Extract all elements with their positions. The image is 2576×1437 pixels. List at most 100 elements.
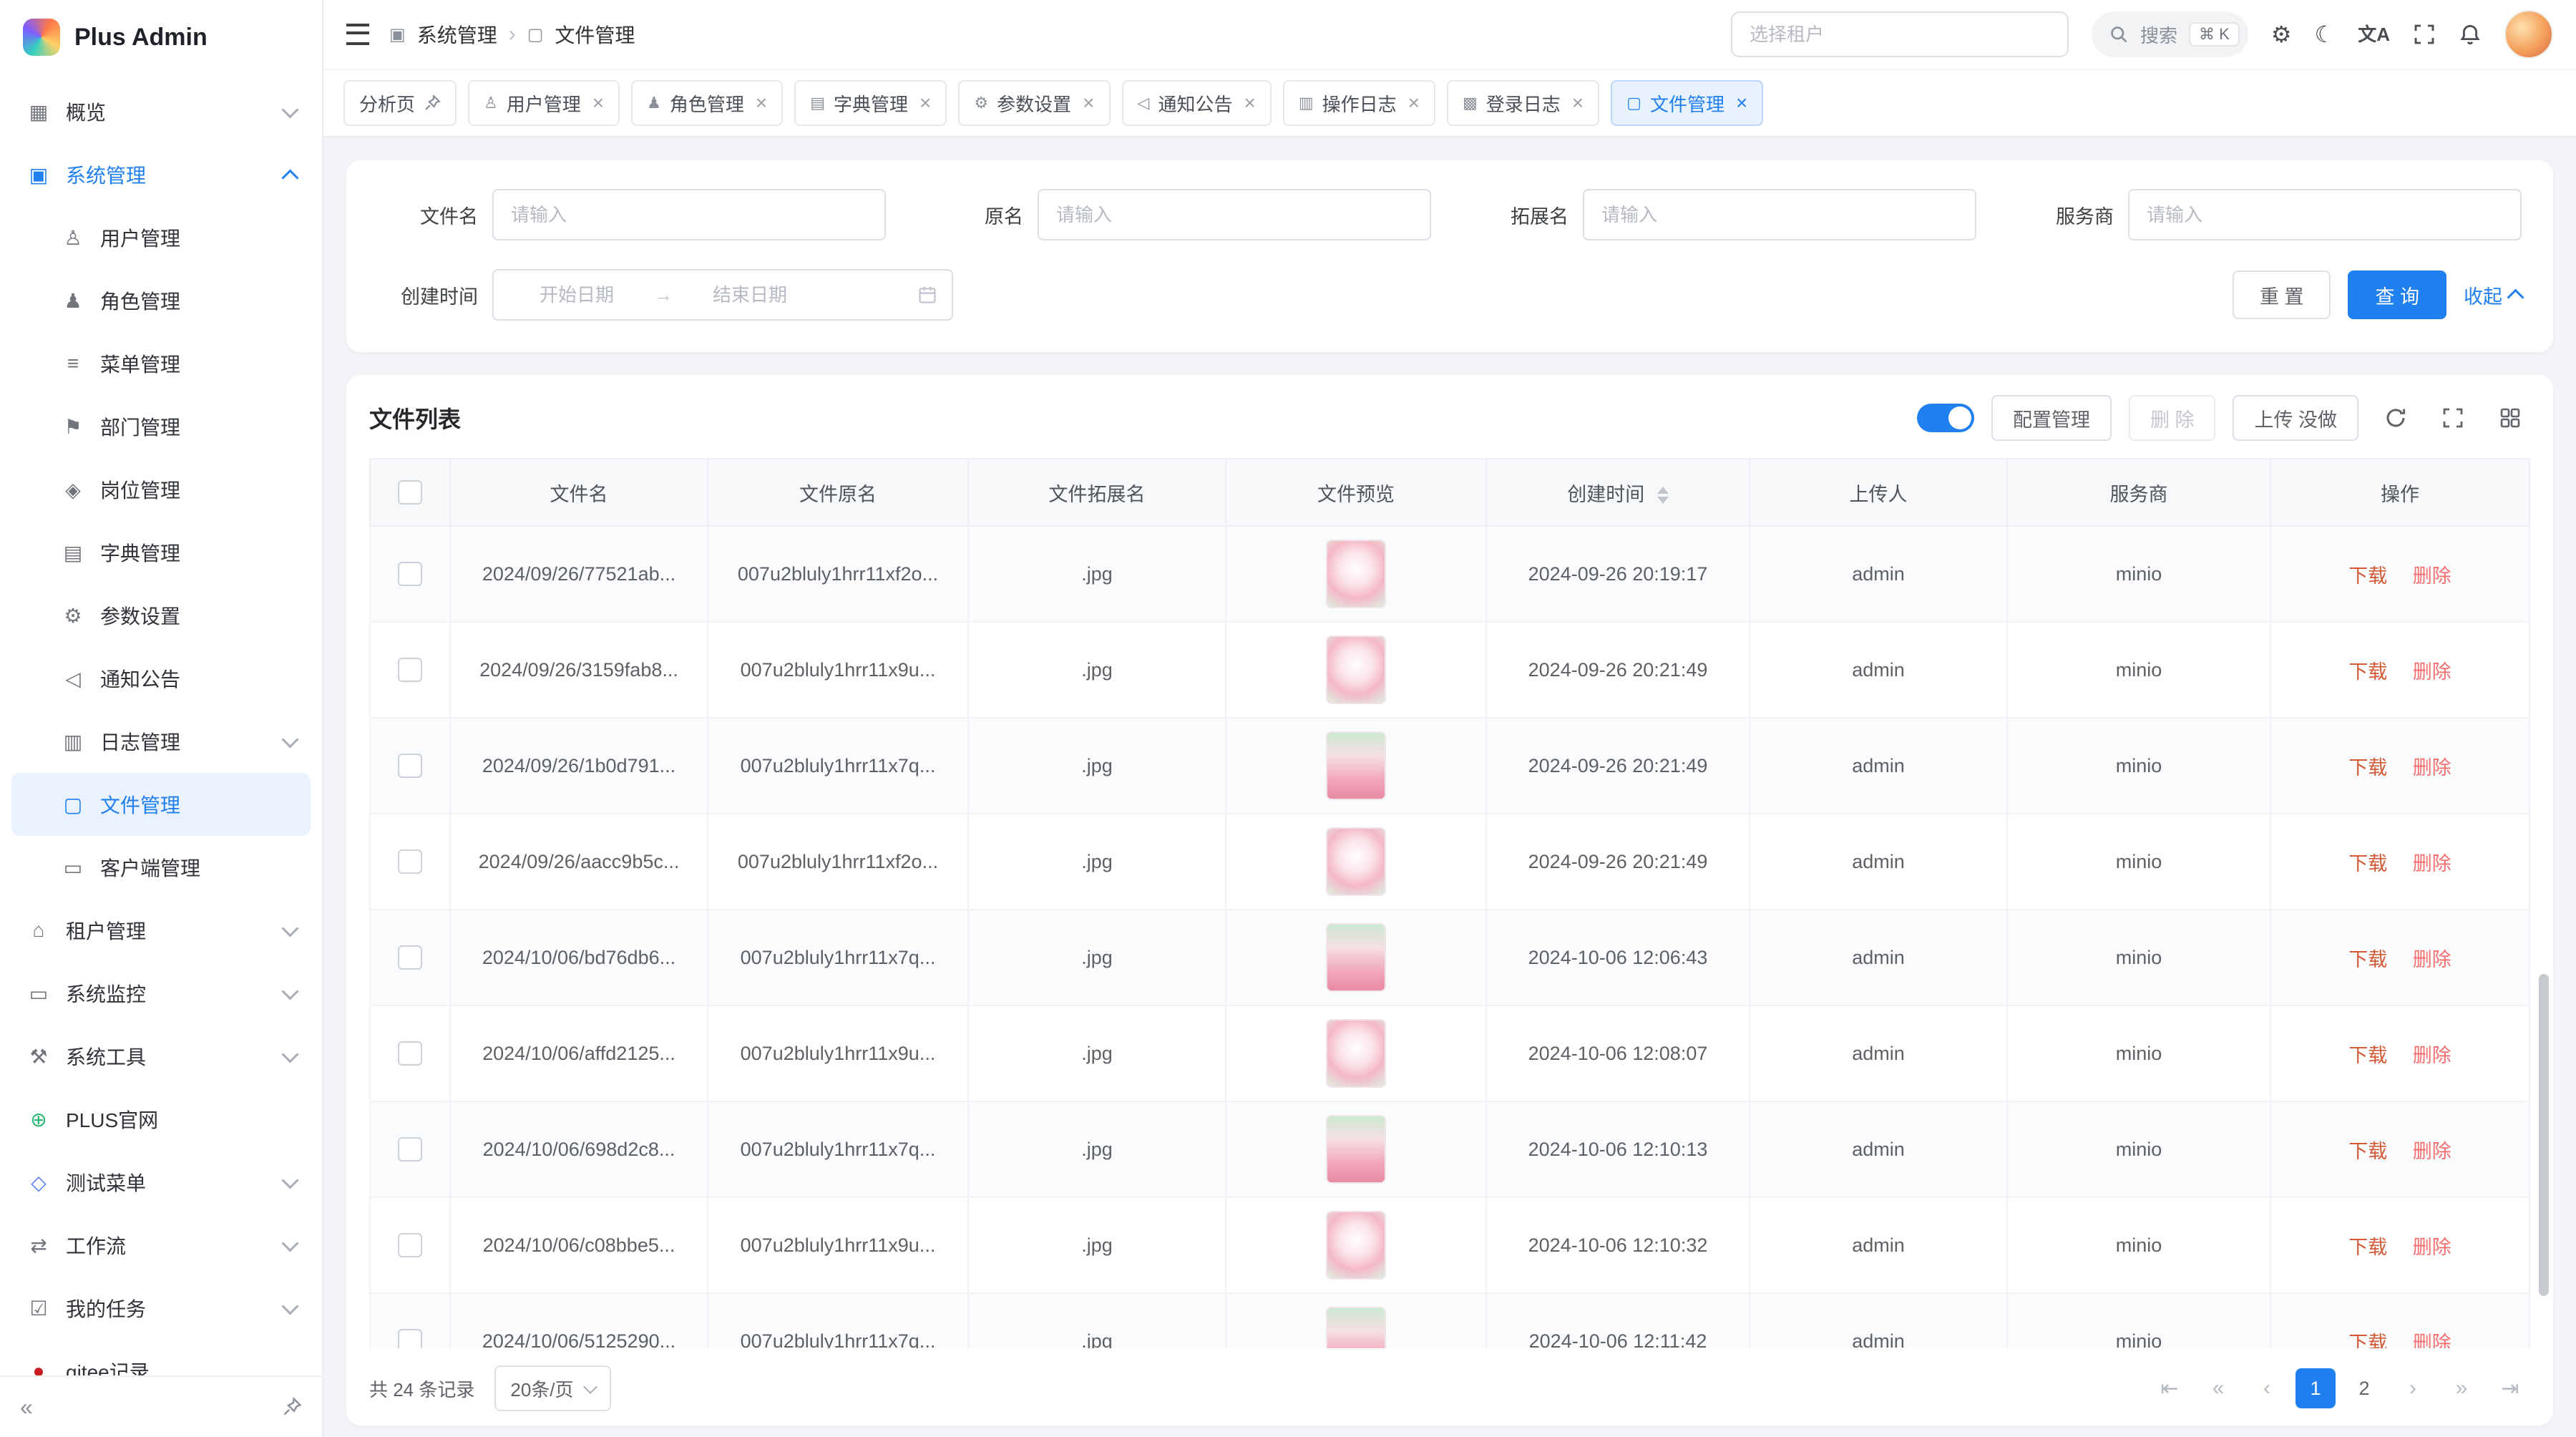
column-header[interactable]: 文件原名 bbox=[708, 459, 968, 526]
sidebar-item[interactable]: ♙ 用户管理 bbox=[11, 206, 311, 269]
hamburger-menu-icon[interactable] bbox=[346, 24, 369, 45]
sidebar-item[interactable]: ▭ 系统监控 bbox=[11, 962, 311, 1025]
download-link[interactable]: 下载 bbox=[2348, 1333, 2387, 1349]
notifications-bell-icon[interactable] bbox=[2459, 23, 2482, 46]
tab-close-icon[interactable]: × bbox=[1408, 93, 1420, 113]
fullscreen-icon[interactable] bbox=[2413, 23, 2436, 46]
first-page-button[interactable]: ⇤ bbox=[2150, 1368, 2190, 1408]
filter-field-input[interactable] bbox=[492, 189, 886, 240]
translate-icon[interactable]: 文A bbox=[2358, 25, 2390, 44]
prev-page-button[interactable]: ‹ bbox=[2247, 1368, 2287, 1408]
row-checkbox[interactable] bbox=[398, 1329, 422, 1348]
tab[interactable]: ▢ 文件管理 × bbox=[1611, 80, 1763, 126]
sidebar-item[interactable]: ≡ 菜单管理 bbox=[11, 332, 311, 395]
sidebar-item[interactable]: ◈ 岗位管理 bbox=[11, 458, 311, 521]
filter-field-input[interactable] bbox=[2128, 189, 2522, 240]
tab[interactable]: 分析页 bbox=[343, 80, 457, 126]
global-search[interactable]: 搜索 ⌘ K bbox=[2092, 11, 2248, 57]
tab[interactable]: ♟ 角色管理 × bbox=[631, 80, 783, 126]
end-date-input[interactable] bbox=[681, 283, 819, 308]
sidebar-item[interactable]: ▦ 概览 bbox=[11, 80, 311, 143]
sidebar-item[interactable]: ☑ 我的任务 bbox=[11, 1277, 311, 1340]
tab-close-icon[interactable]: × bbox=[592, 93, 604, 113]
tab[interactable]: ♙ 用户管理 × bbox=[468, 80, 620, 126]
preview-thumbnail[interactable] bbox=[1326, 923, 1386, 992]
download-link[interactable]: 下载 bbox=[2348, 1141, 2387, 1162]
upload-button[interactable]: 上传 没做 bbox=[2233, 395, 2358, 441]
sidebar-item[interactable]: ⊕ PLUS官网 bbox=[11, 1088, 311, 1151]
preview-thumbnail[interactable] bbox=[1326, 1115, 1386, 1184]
sidebar-item[interactable]: ▭ 客户端管理 bbox=[11, 836, 311, 899]
tab-close-icon[interactable]: × bbox=[919, 93, 931, 113]
collapse-sidebar-icon[interactable]: « bbox=[20, 1395, 33, 1418]
preview-thumbnail[interactable] bbox=[1326, 827, 1386, 896]
sidebar-item[interactable]: ⚒ 系统工具 bbox=[11, 1025, 311, 1088]
row-checkbox[interactable] bbox=[398, 1233, 422, 1257]
download-link[interactable]: 下载 bbox=[2348, 853, 2387, 875]
column-settings-icon[interactable] bbox=[2490, 398, 2530, 438]
delete-link[interactable]: 删除 bbox=[2413, 1333, 2451, 1349]
delete-link[interactable]: 删除 bbox=[2413, 565, 2451, 587]
column-header[interactable]: 服务商 bbox=[2007, 459, 2270, 526]
delete-link[interactable]: 删除 bbox=[2413, 949, 2451, 970]
sidebar-item[interactable]: ▣ 系统管理 bbox=[11, 143, 311, 206]
download-link[interactable]: 下载 bbox=[2348, 949, 2387, 970]
select-all-checkbox[interactable] bbox=[398, 480, 422, 505]
sidebar-item[interactable]: ⇄ 工作流 bbox=[11, 1214, 311, 1277]
sidebar-item[interactable]: ♟ 角色管理 bbox=[11, 269, 311, 332]
tenant-select-input[interactable] bbox=[1731, 11, 2069, 57]
download-link[interactable]: 下载 bbox=[2348, 1045, 2387, 1066]
sidebar-item[interactable]: ◁ 通知公告 bbox=[11, 647, 311, 710]
row-checkbox[interactable] bbox=[398, 562, 422, 586]
tab-close-icon[interactable]: × bbox=[1572, 93, 1584, 113]
sidebar-item[interactable]: ⌂ 租户管理 bbox=[11, 899, 311, 962]
settings-gear-icon[interactable]: ⚙ bbox=[2271, 23, 2292, 46]
tab-close-icon[interactable]: × bbox=[1083, 93, 1094, 113]
sidebar-item[interactable]: ▤ 字典管理 bbox=[11, 521, 311, 584]
expand-table-icon[interactable] bbox=[2433, 398, 2473, 438]
row-checkbox[interactable] bbox=[398, 849, 422, 874]
preview-thumbnail[interactable] bbox=[1326, 1019, 1386, 1088]
delete-link[interactable]: 删除 bbox=[2413, 1141, 2451, 1162]
column-header[interactable]: 操作 bbox=[2270, 459, 2529, 526]
tab-close-icon[interactable]: × bbox=[756, 93, 767, 113]
row-checkbox[interactable] bbox=[398, 754, 422, 778]
download-link[interactable]: 下载 bbox=[2348, 565, 2387, 587]
tab[interactable]: ◁ 通知公告 × bbox=[1122, 80, 1272, 126]
user-avatar[interactable] bbox=[2504, 10, 2553, 59]
sort-icon[interactable] bbox=[1657, 487, 1669, 504]
tab[interactable]: ▩ 登录日志 × bbox=[1447, 80, 1599, 126]
search-toggle-switch[interactable] bbox=[1917, 404, 1974, 432]
tab-pin-icon[interactable] bbox=[424, 94, 441, 112]
logo[interactable]: Plus Admin bbox=[0, 0, 322, 74]
delete-link[interactable]: 删除 bbox=[2413, 757, 2451, 779]
config-manage-button[interactable]: 配置管理 bbox=[1991, 395, 2112, 441]
tab[interactable]: ▥ 操作日志 × bbox=[1283, 80, 1435, 126]
delete-link[interactable]: 删除 bbox=[2413, 853, 2451, 875]
filter-field-input[interactable] bbox=[1038, 189, 1431, 240]
column-header[interactable]: 文件预览 bbox=[1226, 459, 1486, 526]
reset-button[interactable]: 重 置 bbox=[2233, 271, 2331, 319]
download-link[interactable]: 下载 bbox=[2348, 661, 2387, 683]
breadcrumb-item-system[interactable]: 系统管理 bbox=[417, 20, 497, 49]
search-button[interactable]: 查 询 bbox=[2348, 271, 2446, 319]
sidebar-item[interactable]: ▥ 日志管理 bbox=[11, 710, 311, 773]
column-header[interactable]: 创建时间 bbox=[1486, 459, 1750, 526]
date-range-picker[interactable]: → bbox=[492, 269, 953, 321]
dark-mode-moon-icon[interactable]: ☾ bbox=[2315, 23, 2336, 46]
page-number-button[interactable]: 2 bbox=[2344, 1368, 2384, 1408]
prev-group-button[interactable]: « bbox=[2198, 1368, 2238, 1408]
sidebar-item[interactable]: ⚑ 部门管理 bbox=[11, 395, 311, 458]
tab[interactable]: ▤ 字典管理 × bbox=[794, 80, 947, 126]
preview-thumbnail[interactable] bbox=[1326, 635, 1386, 704]
page-number-button[interactable]: 1 bbox=[2296, 1368, 2336, 1408]
row-checkbox[interactable] bbox=[398, 945, 422, 970]
download-link[interactable]: 下载 bbox=[2348, 757, 2387, 779]
sidebar-item[interactable]: ⚙ 参数设置 bbox=[11, 584, 311, 647]
download-link[interactable]: 下载 bbox=[2348, 1237, 2387, 1258]
refresh-icon[interactable] bbox=[2376, 398, 2416, 438]
preview-thumbnail[interactable] bbox=[1326, 1211, 1386, 1280]
tab-close-icon[interactable]: × bbox=[1736, 93, 1747, 113]
tab[interactable]: ⚙ 参数设置 × bbox=[958, 80, 1110, 126]
table-scrollbar[interactable] bbox=[2539, 974, 2549, 1296]
